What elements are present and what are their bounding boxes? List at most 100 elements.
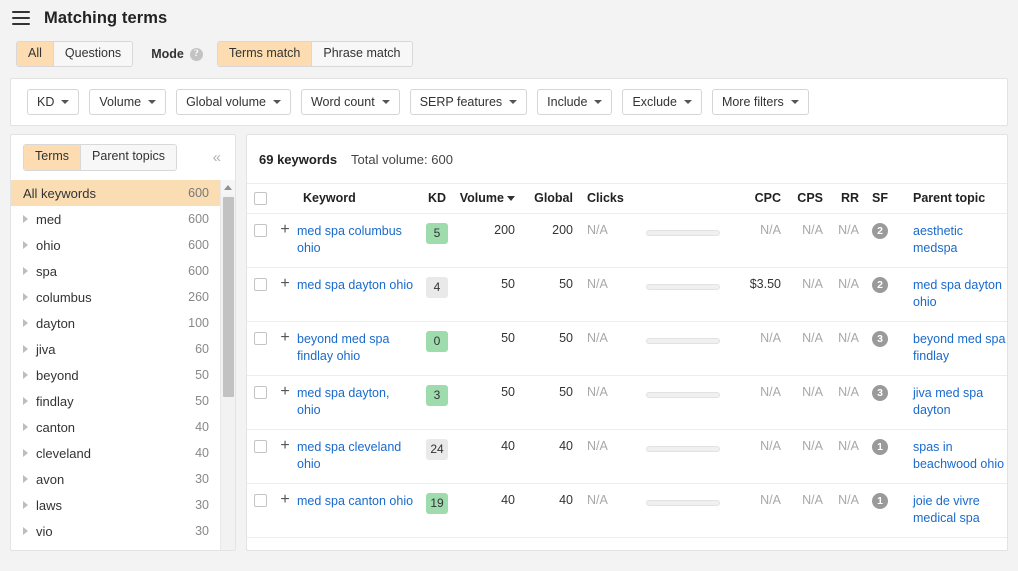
filter-global-volume[interactable]: Global volume <box>176 89 291 115</box>
select-all-checkbox[interactable] <box>253 192 267 206</box>
expand-triangle-icon[interactable] <box>23 501 28 509</box>
filter-exclude[interactable]: Exclude <box>622 89 702 115</box>
plus-icon[interactable]: + <box>280 276 289 292</box>
row-checkbox[interactable] <box>253 278 267 292</box>
header-cps[interactable]: CPS <box>785 182 827 215</box>
tab-terms-match[interactable]: Terms match <box>217 42 313 66</box>
row-add-cell[interactable]: + <box>273 267 297 323</box>
row-select-cell[interactable] <box>247 213 273 269</box>
row-add-cell[interactable]: + <box>273 321 297 377</box>
table-row[interactable]: + med spa dayton, ohio 3 50 50 N/A N/A N/A N/A 3 j… <box>247 375 1007 431</box>
keyword-link[interactable]: med spa dayton, ohio <box>297 385 415 419</box>
parent-topic-link[interactable]: spas in beachwood ohio <box>913 440 1004 471</box>
plus-icon[interactable]: + <box>280 222 289 238</box>
tab-all[interactable]: All <box>17 42 54 66</box>
table-row[interactable]: + med spa cleveland ohio 24 40 40 N/A N/A N/A N/… <box>247 429 1007 485</box>
plus-icon[interactable]: + <box>280 384 289 400</box>
sidebar-item[interactable]: spa 600 <box>11 258 235 284</box>
row-select-cell[interactable] <box>247 483 273 539</box>
hamburger-icon[interactable] <box>12 11 30 25</box>
filter-word-count[interactable]: Word count <box>300 89 400 115</box>
scroll-up-icon[interactable] <box>221 180 235 195</box>
row-checkbox[interactable] <box>253 440 267 454</box>
row-checkbox[interactable] <box>253 386 267 400</box>
expand-triangle-icon[interactable] <box>23 449 28 457</box>
keyword-link[interactable]: med spa cleveland ohio <box>297 439 415 473</box>
header-select-all[interactable] <box>247 182 273 215</box>
header-cpc[interactable]: CPC <box>735 182 785 215</box>
scrollbar-thumb[interactable] <box>223 197 234 397</box>
row-checkbox[interactable] <box>253 332 267 346</box>
table-row[interactable]: + med spa canton ohio 19 40 40 N/A N/A N/A N/A 1 j… <box>247 483 1007 539</box>
expand-triangle-icon[interactable] <box>23 371 28 379</box>
parent-topic-link[interactable]: jiva med spa dayton <box>913 386 983 417</box>
header-sf[interactable]: SF <box>863 182 897 215</box>
row-add-cell[interactable]: + <box>273 213 297 269</box>
parent-topic-link[interactable]: med spa dayton ohio <box>913 278 1002 309</box>
expand-triangle-icon[interactable] <box>23 397 28 405</box>
header-parent-topic[interactable]: Parent topic <box>897 182 1007 215</box>
filter-more-filters[interactable]: More filters <box>711 89 809 115</box>
parent-topic-link[interactable]: beyond med spa findlay <box>913 332 1005 363</box>
sidebar-item[interactable]: canton 40 <box>11 414 235 440</box>
row-select-cell[interactable] <box>247 267 273 323</box>
sidebar-item[interactable]: All keywords 600 <box>11 180 235 206</box>
keyword-link[interactable]: med spa columbus ohio <box>297 223 415 257</box>
header-clicks[interactable]: Clicks <box>579 182 631 215</box>
sidebar-item[interactable]: laws 30 <box>11 492 235 518</box>
expand-triangle-icon[interactable] <box>23 241 28 249</box>
filter-include[interactable]: Include <box>537 89 613 115</box>
expand-triangle-icon[interactable] <box>23 423 28 431</box>
table-row[interactable]: + beyond med spa findlay ohio 0 50 50 N/A N/A N… <box>247 321 1007 377</box>
sidebar-item[interactable]: cleveland 40 <box>11 440 235 466</box>
tab-questions[interactable]: Questions <box>53 42 133 66</box>
header-rr[interactable]: RR <box>827 182 863 215</box>
row-checkbox[interactable] <box>253 224 267 238</box>
expand-triangle-icon[interactable] <box>23 267 28 275</box>
row-select-cell[interactable] <box>247 429 273 485</box>
sidebar-item[interactable]: findlay 50 <box>11 388 235 414</box>
parent-topic-link[interactable]: joie de vivre medical spa <box>913 494 980 525</box>
tab-phrase-match[interactable]: Phrase match <box>312 42 412 66</box>
sidebar-item[interactable]: dayton 100 <box>11 310 235 336</box>
keyword-link[interactable]: med spa dayton ohio <box>297 277 413 294</box>
filter-kd[interactable]: KD <box>27 89 80 115</box>
expand-triangle-icon[interactable] <box>23 293 28 301</box>
row-add-cell[interactable]: + <box>273 429 297 485</box>
sidebar-item[interactable]: vio 30 <box>11 518 235 544</box>
table-row[interactable]: + med spa columbus ohio 5 200 200 N/A N/A N/A N/… <box>247 213 1007 269</box>
chevron-double-left-icon[interactable]: « <box>209 150 225 165</box>
header-keyword[interactable]: Keyword <box>297 182 415 215</box>
row-select-cell[interactable] <box>247 321 273 377</box>
expand-triangle-icon[interactable] <box>23 527 28 535</box>
sidebar-tab-terms[interactable]: Terms <box>24 145 82 170</box>
plus-icon[interactable]: + <box>280 438 289 454</box>
table-row[interactable]: + med spa dayton ohio 4 50 50 N/A $3.50 N/A N/A 2… <box>247 267 1007 323</box>
plus-icon[interactable]: + <box>280 492 289 508</box>
header-kd[interactable]: KD <box>415 182 459 215</box>
row-select-cell[interactable] <box>247 375 273 431</box>
expand-triangle-icon[interactable] <box>23 345 28 353</box>
header-volume[interactable]: Volume <box>459 182 521 215</box>
filter-volume[interactable]: Volume <box>89 89 167 115</box>
sidebar-tab-parent-topics[interactable]: Parent topics <box>81 145 176 170</box>
keyword-link[interactable]: med spa canton ohio <box>297 493 413 510</box>
sidebar-item[interactable]: avon 30 <box>11 466 235 492</box>
plus-icon[interactable]: + <box>280 330 289 346</box>
row-add-cell[interactable]: + <box>273 483 297 539</box>
row-add-cell[interactable]: + <box>273 375 297 431</box>
sidebar-item[interactable]: beyond 50 <box>11 362 235 388</box>
sidebar-scrollbar[interactable] <box>220 180 235 550</box>
sidebar-item[interactable]: jiva 60 <box>11 336 235 362</box>
expand-triangle-icon[interactable] <box>23 319 28 327</box>
question-mark-icon[interactable]: ? <box>189 47 203 61</box>
expand-triangle-icon[interactable] <box>23 475 28 483</box>
sidebar-item[interactable]: med 600 <box>11 206 235 232</box>
expand-triangle-icon[interactable] <box>23 215 28 223</box>
parent-topic-link[interactable]: aesthetic medspa <box>913 224 963 255</box>
filter-serp-features[interactable]: SERP features <box>409 89 528 115</box>
sidebar-item[interactable]: columbus 260 <box>11 284 235 310</box>
keyword-link[interactable]: beyond med spa findlay ohio <box>297 331 415 365</box>
sidebar-item[interactable]: ohio 600 <box>11 232 235 258</box>
header-global[interactable]: Global <box>521 182 579 215</box>
